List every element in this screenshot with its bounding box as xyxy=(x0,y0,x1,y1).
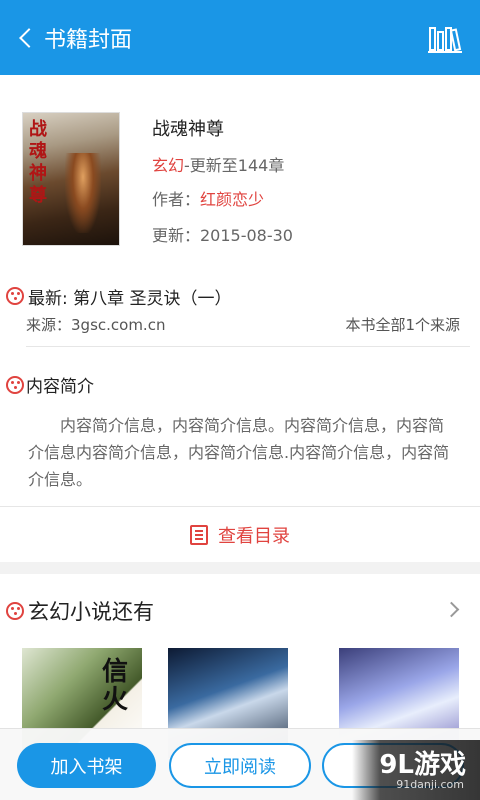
book-title: 战魂神尊 xyxy=(152,119,224,140)
intro-title: 内容简介 xyxy=(26,377,94,397)
cover-figure-art xyxy=(65,153,101,233)
recommend-title: 玄幻小说还有 xyxy=(28,600,154,624)
book-update-date: 更新：2015-08-30 xyxy=(152,226,293,245)
book-author-row: 作者：红颜恋少 xyxy=(152,186,264,210)
book-genre-progress: 玄幻-更新至144章 xyxy=(152,152,284,176)
page-title: 书籍封面 xyxy=(44,28,133,53)
catalog-icon xyxy=(190,524,208,545)
view-catalog-label: 查看目录 xyxy=(218,525,290,547)
divider xyxy=(26,346,470,347)
intro-text: 内容简介信息，内容简介信息。内容简介信息，内容简介信息内容简介信息，内容简介信息… xyxy=(28,416,450,489)
book-genre[interactable]: 玄幻 xyxy=(152,156,184,175)
app-header: 书籍封面 xyxy=(0,0,480,75)
source-text: 来源：3gsc.com.cn xyxy=(26,316,166,334)
book-cover-image[interactable]: 战魂神尊 xyxy=(22,112,120,246)
source-row: 来源：3gsc.com.cn 本书全部1个来源 xyxy=(26,314,460,335)
bookshelf-icon[interactable] xyxy=(428,22,462,54)
flower-icon xyxy=(6,287,24,305)
latest-chapter-label: 最新: 第八章 圣灵诀（一） xyxy=(28,288,232,309)
latest-chapter-row[interactable]: 最新: 第八章 圣灵诀（一） xyxy=(6,284,232,309)
book-progress: -更新至144章 xyxy=(184,156,285,175)
watermark-logo: 9L游戏 91danji.com xyxy=(352,740,480,800)
book-author[interactable]: 红颜恋少 xyxy=(200,190,264,209)
author-label: 作者： xyxy=(152,190,201,209)
recommend-cover-title: 信 火 xyxy=(102,657,129,715)
flower-icon xyxy=(6,602,24,620)
watermark-main: 9L游戏 xyxy=(379,750,466,780)
back-button[interactable]: 书籍封面 xyxy=(12,18,142,58)
cover-title: 战魂神尊 xyxy=(29,119,47,206)
view-catalog-button[interactable]: 查看目录 xyxy=(0,507,480,562)
read-now-button[interactable]: 立即阅读 xyxy=(169,743,311,788)
source-count[interactable]: 本书全部1个来源 xyxy=(345,314,460,335)
recommend-section-title[interactable]: 玄幻小说还有 xyxy=(6,596,154,626)
flower-icon xyxy=(6,375,24,394)
watermark-sub: 91danji.com xyxy=(396,778,464,791)
intro-section-title: 内容简介 xyxy=(6,372,94,397)
chevron-left-icon xyxy=(19,28,39,48)
add-to-shelf-button[interactable]: 加入书架 xyxy=(17,743,156,788)
